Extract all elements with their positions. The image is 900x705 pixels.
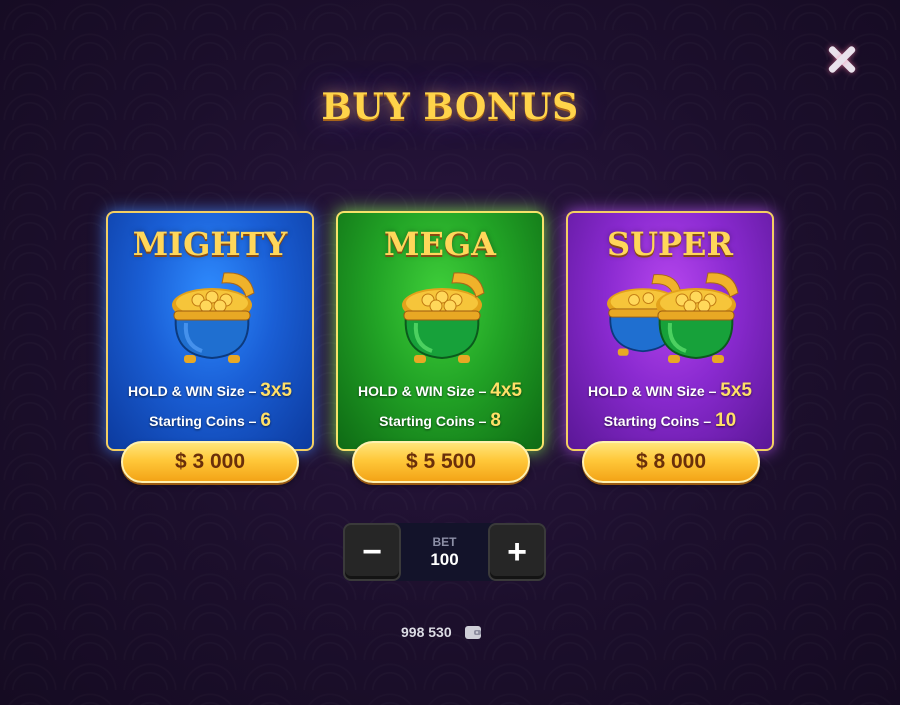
starting-coins: Starting Coins – 8 — [338, 410, 542, 432]
starting-coins-label: Starting Coins – — [379, 413, 487, 429]
hold-win-size: HOLD & WIN Size – 3x5 — [108, 380, 312, 402]
buy-super-button[interactable]: $ 8 000 — [582, 441, 760, 483]
starting-coins-value: 10 — [715, 410, 737, 431]
close-button[interactable] — [822, 40, 862, 80]
balance-amount: 998 530 — [401, 624, 452, 640]
pot-of-gold-icon — [108, 263, 312, 368]
pot-of-gold-icon — [568, 263, 772, 368]
card-title: SUPER — [606, 225, 734, 263]
hold-win-size: HOLD & WIN Size – 5x5 — [568, 380, 772, 402]
pot-of-gold-icon — [338, 263, 542, 368]
starting-coins-label: Starting Coins – — [603, 413, 712, 429]
hold-win-size-value: 3x5 — [260, 380, 292, 401]
starting-coins-label: Starting Coins – — [149, 413, 257, 429]
page-title: BUY BONUS — [321, 86, 579, 128]
bet-stepper: − BET 100 + — [343, 523, 546, 581]
bet-label: BET — [432, 535, 457, 549]
bonus-card-mega[interactable]: MEGA HOLD & WIN Size – 4x5 Starting Coin… — [336, 211, 544, 451]
starting-coins-value: 8 — [490, 410, 501, 431]
hold-win-size: HOLD & WIN Size – 4x5 — [338, 380, 542, 402]
wallet-icon — [464, 624, 482, 640]
bet-increase-button[interactable]: + — [488, 523, 546, 581]
bonus-card-super[interactable]: SUPER HOLD & WIN Size – 5x5 Starting Coi… — [566, 211, 774, 451]
hold-win-size-value: 4x5 — [490, 380, 522, 401]
buy-mighty-button[interactable]: $ 3 000 — [121, 441, 299, 483]
bonus-card-mighty[interactable]: MIGHTY HOLD & WIN Size – 3x5 Starting Co… — [106, 211, 314, 451]
starting-coins: Starting Coins – 6 — [108, 410, 312, 432]
buy-mega-button[interactable]: $ 5 500 — [352, 441, 530, 483]
starting-coins: Starting Coins – 10 — [568, 410, 772, 432]
bet-decrease-button[interactable]: − — [343, 523, 401, 581]
hold-win-size-label: HOLD & WIN Size – — [358, 383, 487, 399]
starting-coins-value: 6 — [260, 410, 271, 431]
card-title: MEGA — [384, 225, 496, 263]
card-title: MIGHTY — [132, 225, 288, 263]
hold-win-size-label: HOLD & WIN Size – — [128, 383, 257, 399]
hold-win-size-value: 5x5 — [720, 380, 752, 401]
bet-value: 100 — [430, 550, 459, 569]
hold-win-size-label: HOLD & WIN Size – — [588, 383, 717, 399]
